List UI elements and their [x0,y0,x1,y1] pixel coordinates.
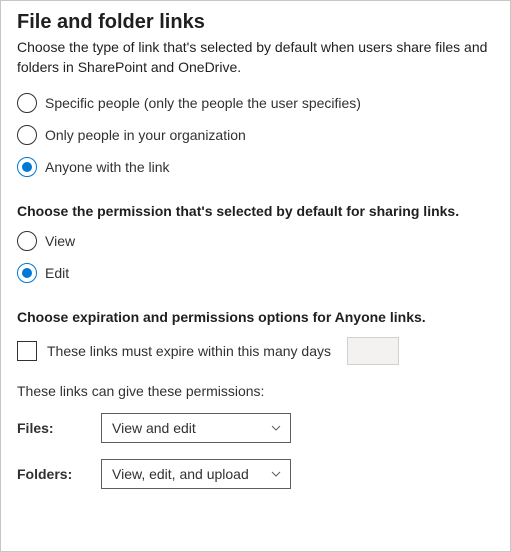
file-folder-links-panel: File and folder links Choose the type of… [0,0,511,552]
permissions-text: These links can give these permissions: [17,383,494,399]
expiration-heading: Choose expiration and permissions option… [17,309,494,325]
chevron-down-icon [270,468,282,480]
expire-row: These links must expire within this many… [17,337,494,365]
folders-row: Folders: View, edit, and upload [17,459,494,489]
radio-label: Anyone with the link [45,159,170,175]
files-dropdown[interactable]: View and edit [101,413,291,443]
permission-radio-group: View Edit [17,231,494,283]
expire-days-input[interactable] [347,337,399,365]
radio-org-only[interactable]: Only people in your organization [17,125,494,145]
expire-checkbox[interactable] [17,341,37,361]
radio-label: Edit [45,265,69,281]
radio-view[interactable]: View [17,231,494,251]
page-description: Choose the type of link that's selected … [17,38,494,77]
chevron-down-icon [270,422,282,434]
link-type-radio-group: Specific people (only the people the use… [17,93,494,177]
files-dropdown-value: View and edit [112,420,196,436]
expire-checkbox-label: These links must expire within this many… [47,343,331,359]
files-label: Files: [17,420,101,436]
radio-icon [17,231,37,251]
radio-label: View [45,233,75,249]
radio-icon [17,263,37,283]
page-title: File and folder links [17,11,494,34]
radio-label: Only people in your organization [45,127,246,143]
folders-label: Folders: [17,466,101,482]
folders-dropdown-value: View, edit, and upload [112,466,249,482]
files-row: Files: View and edit [17,413,494,443]
permission-heading: Choose the permission that's selected by… [17,203,494,219]
radio-label: Specific people (only the people the use… [45,95,361,111]
radio-icon [17,125,37,145]
folders-dropdown[interactable]: View, edit, and upload [101,459,291,489]
radio-anyone[interactable]: Anyone with the link [17,157,494,177]
radio-edit[interactable]: Edit [17,263,494,283]
radio-icon [17,157,37,177]
radio-icon [17,93,37,113]
radio-specific-people[interactable]: Specific people (only the people the use… [17,93,494,113]
